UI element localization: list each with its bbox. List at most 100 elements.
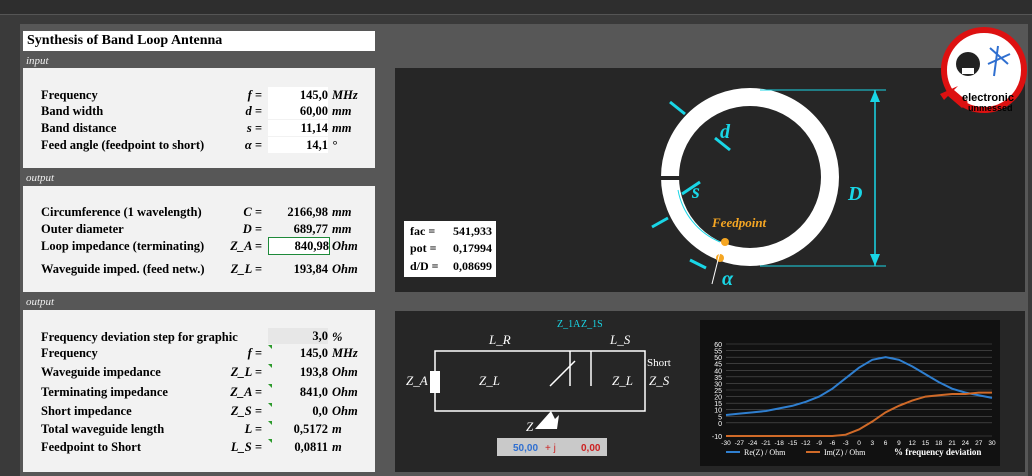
output-unit: mm	[332, 205, 352, 219]
y-tick-label: 60	[714, 342, 722, 349]
x-tick-label: 15	[922, 440, 930, 447]
window-top-bar	[0, 0, 1032, 15]
band-width-input[interactable]: 60,00	[268, 103, 328, 119]
sheet-title: Synthesis of Band Loop Antenna	[23, 31, 375, 51]
band-distance-input[interactable]: 11,14	[268, 120, 328, 136]
output2-unit: MHz	[332, 346, 358, 360]
Z-label: Z	[526, 419, 534, 434]
y-tick-label: 55	[714, 349, 722, 356]
diameter-arrow-bottom-icon	[870, 254, 880, 266]
output-symbol: Z_A =	[230, 239, 262, 253]
output2-symbol: Z_L =	[230, 365, 262, 379]
input-symbol: s =	[246, 121, 262, 135]
loop-impedance-cell[interactable]: 840,98	[268, 237, 330, 255]
deviation-step-input[interactable]: 3,0	[268, 328, 328, 344]
output2-unit: Ohm	[332, 404, 358, 418]
output2-symbol: Z_A =	[230, 385, 262, 399]
output-symbol: Z_L =	[230, 262, 262, 276]
input-unit: MHz	[332, 88, 358, 102]
ZS-label: Z_S	[649, 373, 670, 388]
x-tick-label: 9	[897, 440, 901, 447]
y-tick-label: 50	[714, 355, 722, 362]
output-symbol: D =	[242, 222, 262, 236]
y-tick-label: 0	[718, 421, 722, 428]
input-symbol: f =	[247, 88, 262, 102]
LS-label: L_S	[609, 332, 631, 347]
ZL2-label: Z_L	[612, 373, 633, 388]
ZA-label: Z_A	[406, 373, 428, 388]
input-section-label: input	[26, 55, 49, 67]
pot-value: 0,17994	[453, 241, 492, 255]
output-section-label: output	[26, 172, 55, 184]
output2-label: Feedpoint to Short	[41, 440, 141, 454]
y-tick-label: 20	[714, 395, 722, 402]
s-label: s	[691, 181, 700, 203]
x-tick-label: -12	[801, 440, 811, 447]
output-unit: Ohm	[332, 262, 358, 276]
output2-unit: m	[332, 440, 342, 454]
input-label: Band distance	[41, 121, 117, 135]
y-tick-label: 45	[714, 362, 722, 369]
cell-marker	[268, 364, 272, 368]
frequency-input[interactable]: 145,0	[268, 87, 328, 103]
terminating-resistor	[430, 371, 440, 393]
output2-label: Frequency deviation step for graphic	[41, 330, 238, 344]
y-tick-label: 5	[718, 414, 722, 421]
x-tick-label: -27	[735, 440, 745, 447]
output2-label: Terminating impedance	[41, 385, 168, 399]
x-tick-label: -30	[721, 440, 731, 447]
output-unit: Ohm	[332, 239, 358, 253]
dD-value: 0,08699	[453, 259, 492, 273]
circuit-diagram: L_R L_S Z_A Z_L Z_L Z_S Z Z_1A Z_1S Shor…	[406, 319, 671, 456]
outer-diameter-value: 689,77	[293, 222, 328, 236]
loop-antenna-diagram: d s D α Feedpoint	[651, 88, 886, 290]
x-tick-label: -24	[748, 440, 758, 447]
x-tick-label: 6	[884, 440, 888, 447]
dD-label: d/D =	[410, 259, 439, 273]
output-section-label-2: output	[26, 296, 55, 308]
x-tick-label: 27	[975, 440, 983, 447]
diameter-arrow-top-icon	[870, 90, 880, 102]
waveguide-impedance-value: 193,84	[293, 262, 328, 276]
d-label: d	[720, 121, 731, 143]
x-tick-label: -21	[761, 440, 771, 447]
output-symbol: C =	[243, 205, 262, 219]
cell-marker	[268, 403, 272, 407]
cell-marker	[268, 384, 272, 388]
output2-unit: %	[332, 330, 343, 344]
output2-symbol: f =	[247, 346, 262, 360]
re-readout: 50,00	[513, 443, 538, 454]
output-label: Circumference (1 wavelength)	[41, 205, 202, 219]
x-tick-label: 12	[909, 440, 917, 447]
input-label: Feed angle (feedpoint to short)	[41, 138, 205, 152]
ring-gap	[660, 176, 730, 180]
x-tick-label: 21	[948, 440, 956, 447]
feed-angle-input[interactable]: 14,1	[268, 137, 328, 153]
fac-value: 541,933	[453, 224, 492, 238]
output2-unit: Ohm	[332, 385, 358, 399]
x-tick-label: -6	[830, 440, 836, 447]
j-readout: + j	[545, 443, 556, 454]
y-tick-label: 40	[714, 368, 722, 375]
y-tick-label: 10	[714, 408, 722, 415]
x-tick-label: 3	[870, 440, 874, 447]
x-tick-label: -18	[774, 440, 784, 447]
Z1A-label: Z_1A	[557, 319, 581, 330]
feedpoint-dot-2	[716, 254, 724, 262]
alpha-label: α	[722, 268, 734, 290]
y-tick-label: 35	[714, 375, 722, 382]
x-tick-label: 18	[935, 440, 943, 447]
x-tick-label: -9	[816, 440, 822, 447]
legend-re-label: Re(Z) / Ohm	[744, 448, 786, 457]
circuit-slash	[549, 360, 576, 387]
output2-unit: Ohm	[332, 365, 358, 379]
cursor-icon	[535, 411, 559, 429]
x-tick-label: -3	[843, 440, 849, 447]
logo-text-2: unmessed	[968, 103, 1013, 113]
short-label: Short	[647, 357, 671, 369]
s-arrow-1-icon	[651, 216, 669, 229]
output-unit: mm	[332, 222, 352, 236]
LR-label: L_R	[488, 332, 511, 347]
feedpoint-label: Feedpoint	[711, 215, 767, 230]
y-tick-label: 30	[714, 381, 722, 388]
